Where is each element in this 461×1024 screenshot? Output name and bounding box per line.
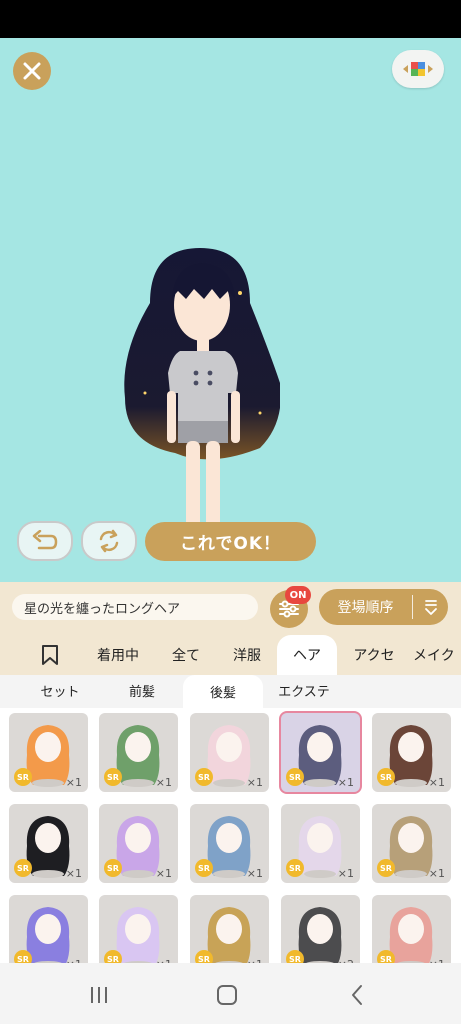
- home-button[interactable]: [207, 981, 247, 1009]
- rarity-badge: SR: [195, 859, 213, 877]
- item-name: 星の光を纏ったロングヘア: [12, 594, 258, 620]
- rarity-badge: SR: [377, 950, 395, 963]
- close-button[interactable]: [13, 52, 51, 90]
- rarity-badge: SR: [377, 768, 395, 786]
- item-card[interactable]: SR ×1: [99, 713, 178, 792]
- system-nav-bar: [0, 963, 461, 1024]
- category-tabs: 着用中 全て 洋服 ヘア アクセ メイク: [0, 635, 461, 675]
- item-card[interactable]: SR ×1: [9, 804, 88, 883]
- tab-hair[interactable]: ヘア: [277, 635, 337, 675]
- item-card[interactable]: SR ×1: [9, 895, 88, 963]
- tab-all[interactable]: 全て: [160, 635, 212, 675]
- subtab-set[interactable]: セット: [20, 675, 100, 705]
- item-card[interactable]: SR ×1: [99, 895, 178, 963]
- sort-divider: [412, 595, 413, 619]
- hair-subtabs: セット 前髪 後髪 エクステ: [0, 675, 461, 708]
- home-icon: [217, 985, 237, 1005]
- rarity-badge: SR: [104, 768, 122, 786]
- tab-makeup[interactable]: メイク: [413, 635, 461, 675]
- rarity-badge: SR: [195, 950, 213, 963]
- item-card[interactable]: SR ×1: [372, 804, 451, 883]
- item-card[interactable]: SR ×2: [281, 895, 360, 963]
- sort-button[interactable]: 登場順序: [319, 589, 448, 625]
- item-card[interactable]: SR ×1: [372, 895, 451, 963]
- close-icon: [23, 62, 41, 80]
- undo-icon: [32, 530, 58, 550]
- item-card[interactable]: SR ×1: [99, 804, 178, 883]
- rarity-badge: SR: [104, 950, 122, 963]
- undo-button[interactable]: [17, 521, 73, 561]
- tab-clothes[interactable]: 洋服: [222, 635, 272, 675]
- refresh-icon: [99, 529, 119, 553]
- subtab-extension[interactable]: エクステ: [264, 675, 344, 705]
- item-quantity: ×1: [246, 867, 263, 880]
- item-quantity: ×1: [155, 776, 172, 789]
- item-card-selected[interactable]: SR ×1: [281, 713, 360, 792]
- back-icon: [352, 985, 362, 1005]
- rarity-badge: SR: [14, 950, 32, 963]
- avatar-stage: これでOK！: [0, 38, 461, 582]
- sort-order-icon[interactable]: [413, 598, 448, 616]
- rarity-badge: SR: [377, 859, 395, 877]
- item-quantity: ×1: [65, 776, 82, 789]
- refresh-button[interactable]: [81, 521, 137, 561]
- palette-button[interactable]: [392, 50, 444, 88]
- item-quantity: ×1: [246, 776, 263, 789]
- rarity-badge: SR: [195, 768, 213, 786]
- item-grid: SR ×1 SR ×1 SR ×1 SR ×1 SR ×1 SR ×1 SR ×…: [0, 708, 461, 963]
- rarity-badge: SR: [104, 859, 122, 877]
- tab-wearing[interactable]: 着用中: [86, 635, 150, 675]
- ok-button[interactable]: これでOK！: [145, 522, 316, 561]
- item-quantity: ×1: [65, 867, 82, 880]
- color-palette-icon: [403, 62, 433, 76]
- item-quantity: ×1: [428, 776, 445, 789]
- bookmark-icon: [42, 645, 58, 665]
- item-card[interactable]: SR ×1: [9, 713, 88, 792]
- recents-button[interactable]: [79, 981, 119, 1009]
- subtab-front-hair[interactable]: 前髪: [102, 675, 182, 705]
- item-name-bar: 星の光を纏ったロングヘア ON 登場順序: [0, 582, 461, 635]
- item-quantity: ×1: [337, 867, 354, 880]
- rarity-badge: SR: [286, 768, 304, 786]
- rarity-badge: SR: [14, 859, 32, 877]
- item-card[interactable]: SR ×1: [372, 713, 451, 792]
- rarity-badge: SR: [14, 768, 32, 786]
- item-quantity: ×1: [337, 776, 354, 789]
- item-quantity: ×1: [155, 867, 172, 880]
- filter-on-badge: ON: [285, 586, 311, 604]
- subtab-back-hair[interactable]: 後髪: [183, 675, 263, 708]
- bookmark-tab[interactable]: [30, 635, 70, 675]
- recents-icon: [91, 987, 107, 1003]
- status-bar: [0, 0, 461, 38]
- item-card[interactable]: SR ×1: [190, 713, 269, 792]
- item-quantity: ×1: [428, 867, 445, 880]
- sort-label: 登場順序: [337, 600, 394, 616]
- item-card[interactable]: SR ×1: [190, 804, 269, 883]
- item-card[interactable]: SR ×1: [281, 804, 360, 883]
- item-card[interactable]: SR ×1: [190, 895, 269, 963]
- rarity-badge: SR: [286, 859, 304, 877]
- back-button[interactable]: [337, 981, 377, 1009]
- rarity-badge: SR: [286, 950, 304, 963]
- tab-accessory[interactable]: アクセ: [342, 635, 406, 675]
